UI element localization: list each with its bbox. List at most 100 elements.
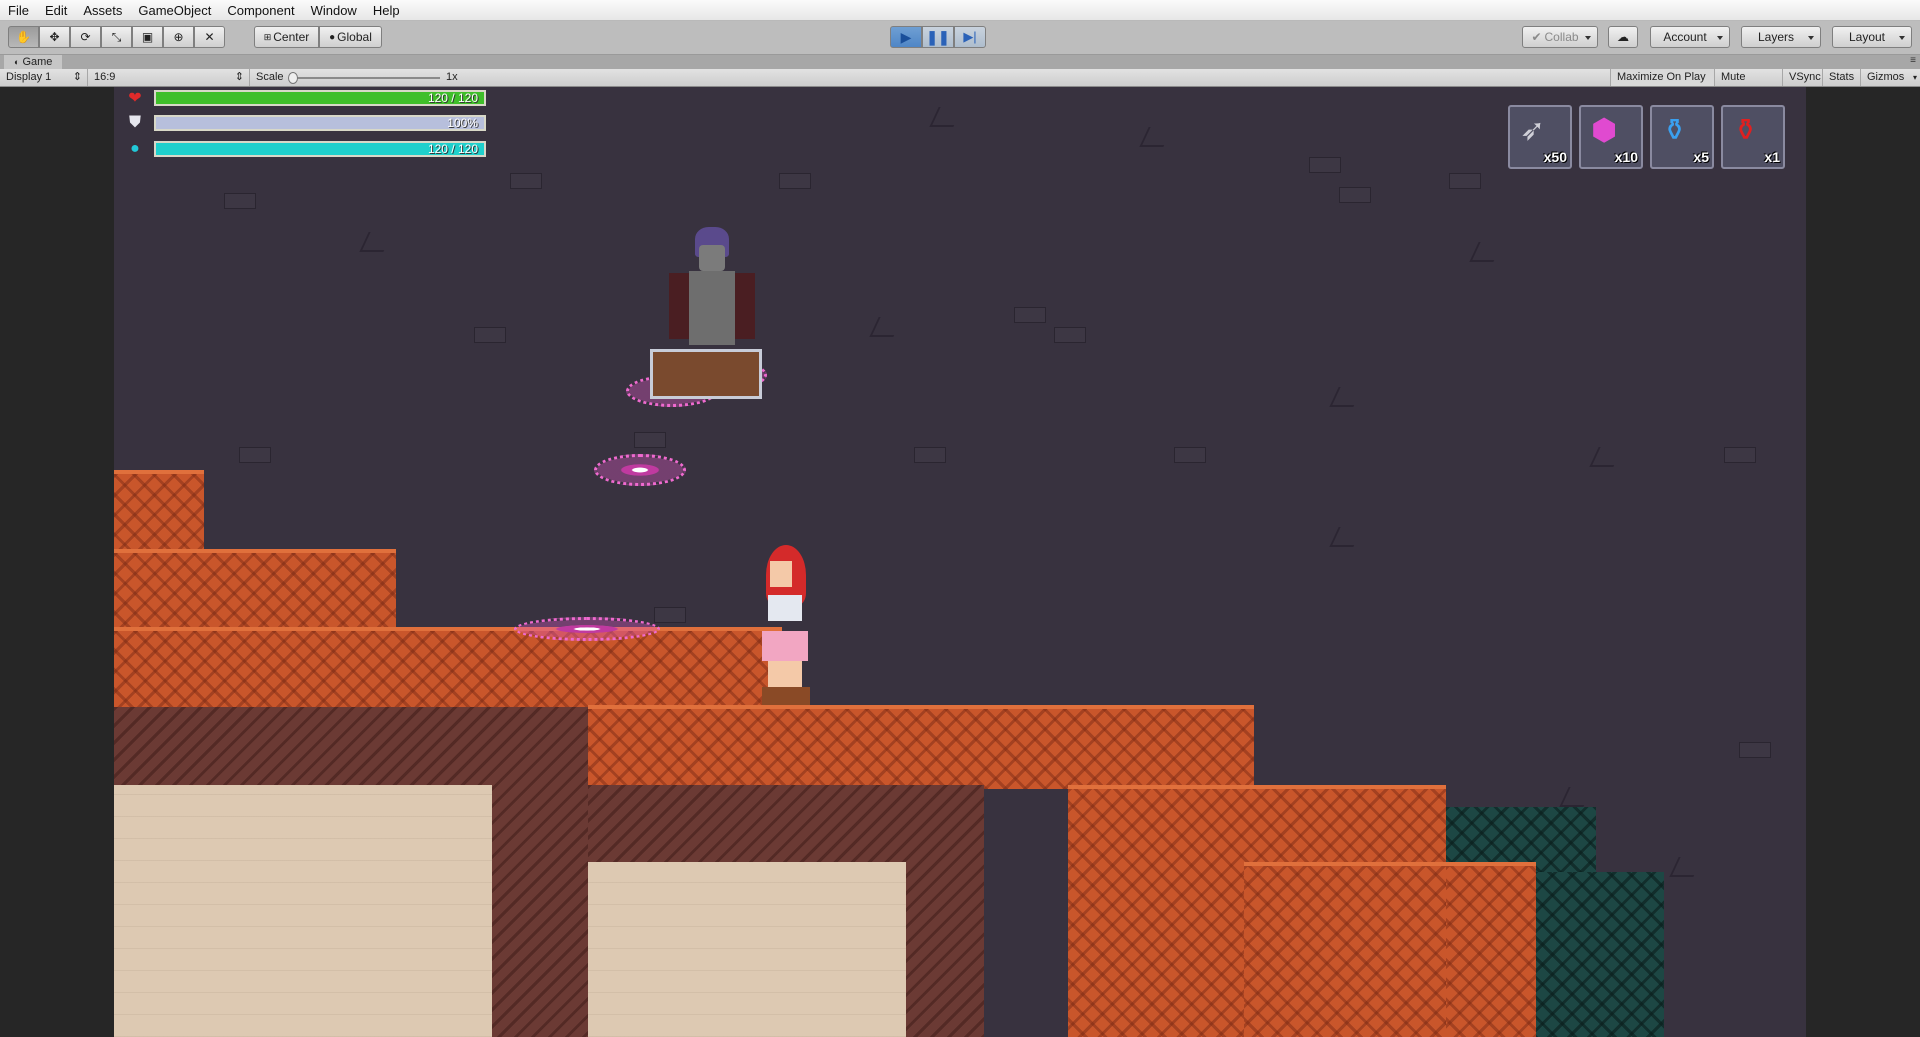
arrow-bundle-icon: ➶ [1520,114,1546,147]
blue-potion-icon: ⚱ [1662,114,1688,147]
wall-brick [1339,187,1371,203]
wall-brick [1014,307,1046,323]
menu-gameobject[interactable]: GameObject [130,3,219,18]
health-text: 120 / 120 [427,91,478,105]
wall-crack [1669,857,1703,877]
inventory-slot-arrows[interactable]: ➶ x50 [1508,105,1572,169]
wall-crack [1469,242,1503,262]
account-dropdown[interactable]: Account [1650,26,1730,48]
enemy-body [689,271,735,345]
wall-brick [1724,447,1756,463]
pivot-center-button[interactable]: ⊞ Center [254,26,319,48]
wall-brick [1054,327,1086,343]
terrain-tile [114,627,782,711]
aspect-dropdown[interactable]: 16:9 ⇕ [88,69,250,86]
menu-component[interactable]: Component [219,3,302,18]
wall-brick [654,607,686,623]
wall-brick [510,173,542,189]
pivot-global-button[interactable]: ● Global [319,26,382,48]
toolbar: ✋ ✥ ⟳ ⤡ ▣ ⊕ ✕ ⊞ Center ● Global ▶ ❚❚ ▶| ✔ C… [0,21,1920,55]
step-icon: ▶| [963,29,977,44]
inventory-slot-mana-potion[interactable]: ⚱ x5 [1650,105,1714,169]
treasure-chest [650,349,762,399]
wall-brick [474,327,506,343]
layers-dropdown[interactable]: Layers [1741,26,1821,48]
inventory-slot-health-potion[interactable]: ⚱ x1 [1721,105,1785,169]
heart-icon: ❤ [128,90,142,107]
scale-value: 1x [446,71,458,83]
scale-slider-thumb[interactable] [288,72,298,84]
item-count: x1 [1764,149,1780,165]
terrain-moss [1514,872,1664,1037]
gizmos-dropdown[interactable]: Gizmos ▾ [1860,69,1920,86]
scale-slider[interactable] [290,77,440,79]
player-face [770,561,792,587]
menu-file[interactable]: File [0,3,37,18]
stats-toggle[interactable]: Stats [1822,69,1860,86]
tab-game[interactable]: ◐ Game [4,55,63,69]
layout-label: Layout [1848,30,1886,44]
scale-label: Scale [256,71,284,83]
game-tab-icon: ◐ [14,57,20,67]
hand-tool-button[interactable]: ✋ [8,26,39,48]
menu-edit[interactable]: Edit [37,3,75,18]
item-count: x50 [1543,149,1567,165]
tab-menu-icon[interactable]: ≡ [1910,55,1916,66]
vsync-toggle[interactable]: VSync [1782,69,1822,86]
wall-crack [1139,127,1173,147]
step-button[interactable]: ▶| [954,26,986,48]
play-icon: ▶ [900,28,912,45]
menu-assets[interactable]: Assets [75,3,130,18]
play-button[interactable]: ▶ [890,26,922,48]
rotate-icon: ⟳ [80,30,91,44]
player-shirt [768,595,802,621]
armor-text: 100% [447,116,478,130]
player-character [750,545,820,705]
health-bar: 120 / 120 [154,90,486,106]
mana-bar: 120 / 120 [154,141,486,157]
magic-rune [594,454,686,486]
wall-crack [1329,387,1363,407]
cloud-button[interactable]: ☁ [1608,26,1638,48]
wall-brick [779,173,811,189]
mute-audio-toggle[interactable]: Mute Audio [1714,69,1782,100]
wall-crack [929,107,963,127]
player-skirt [762,631,808,661]
space-label: Global [337,30,372,44]
enemy-sprite [659,227,759,349]
updown-icon: ⇕ [234,71,244,83]
maximize-on-play-toggle[interactable]: Maximize On Play [1610,69,1714,86]
menu-help[interactable]: Help [365,3,408,18]
pause-button[interactable]: ❚❚ [922,26,954,48]
updown-icon: ⇕ [72,71,82,83]
game-viewport[interactable]: ❤ 120 / 120 ⛊ 100% ● 120 / 120 ➶ x50 ⬢ x… [0,87,1920,1037]
armor-bar: 100% [154,115,486,131]
display-dropdown[interactable]: Display 1 ⇕ [0,69,88,86]
magic-rune-floor [514,617,660,641]
transform-tool-button[interactable]: ⊕ [163,26,194,48]
scale-control: Scale 1x [250,69,470,86]
custom-tool-button[interactable]: ✕ [194,26,225,48]
inventory-slot-gem[interactable]: ⬢ x10 [1579,105,1643,169]
wall-crack [1559,787,1593,807]
player-boots [762,687,810,705]
pivot-label: Center [273,30,310,44]
cloud-icon: ☁ [1617,30,1629,44]
move-tool-button[interactable]: ✥ [39,26,70,48]
layout-dropdown[interactable]: Layout [1832,26,1912,48]
rotate-tool-button[interactable]: ⟳ [70,26,101,48]
scale-tool-button[interactable]: ⤡ [101,26,132,48]
enemy-head [699,245,725,271]
mana-orb-icon: ● [130,140,140,157]
game-view-toolbar: Display 1 ⇕ 16:9 ⇕ Scale 1x Maximize On Pl… [0,69,1920,100]
tab-title: Game [22,56,53,68]
rect-tool-button[interactable]: ▣ [132,26,163,48]
account-label: Account [1663,30,1707,44]
mana-bar-row: ● 120 / 120 [126,140,486,158]
check-icon: ✔ [1531,30,1542,44]
menu-window[interactable]: Window [303,3,365,18]
maximize-label: Maximize On Play [1617,71,1706,83]
collab-dropdown[interactable]: ✔ Collab [1522,26,1598,48]
health-bar-row: ❤ 120 / 120 [126,89,486,107]
terrain-tile [1244,862,1446,1037]
